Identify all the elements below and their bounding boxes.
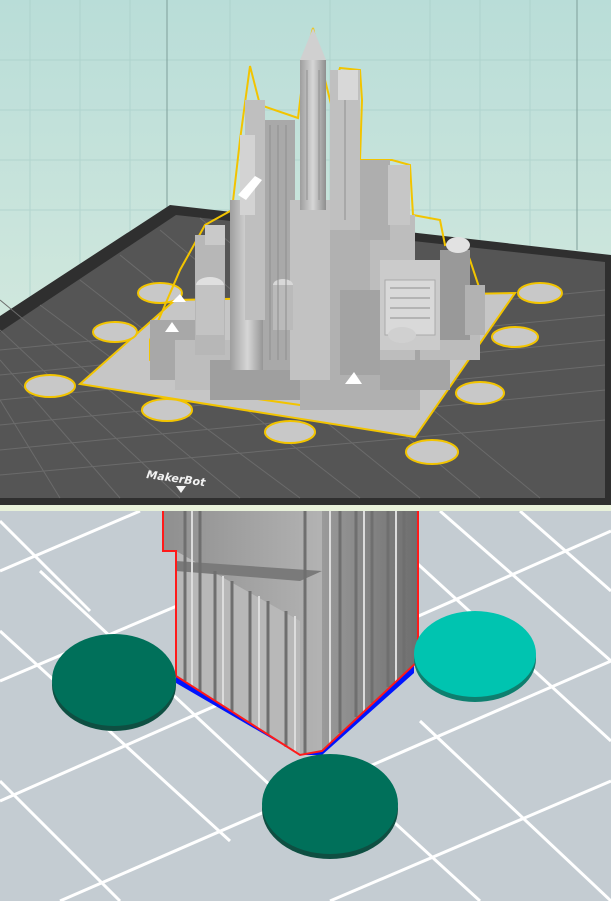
brim-disc[interactable] xyxy=(405,439,459,465)
brim-disc[interactable] xyxy=(264,420,316,444)
closeup-viewport[interactable] xyxy=(0,511,611,901)
brim-disc[interactable] xyxy=(92,321,138,343)
closeup-scene xyxy=(0,511,611,901)
build-plate-scene: MakerBot xyxy=(0,0,611,511)
brim-disc[interactable] xyxy=(491,326,539,348)
brim-disc[interactable] xyxy=(517,282,563,304)
brim-disc[interactable] xyxy=(141,398,193,422)
build-plate-viewport[interactable]: MakerBot xyxy=(0,0,611,511)
support-disc-light[interactable] xyxy=(414,611,536,697)
support-disc-dark[interactable] xyxy=(52,634,176,726)
support-disc-dark[interactable] xyxy=(262,754,398,854)
brim-disc[interactable] xyxy=(24,374,76,398)
brim-disc[interactable] xyxy=(455,381,505,405)
